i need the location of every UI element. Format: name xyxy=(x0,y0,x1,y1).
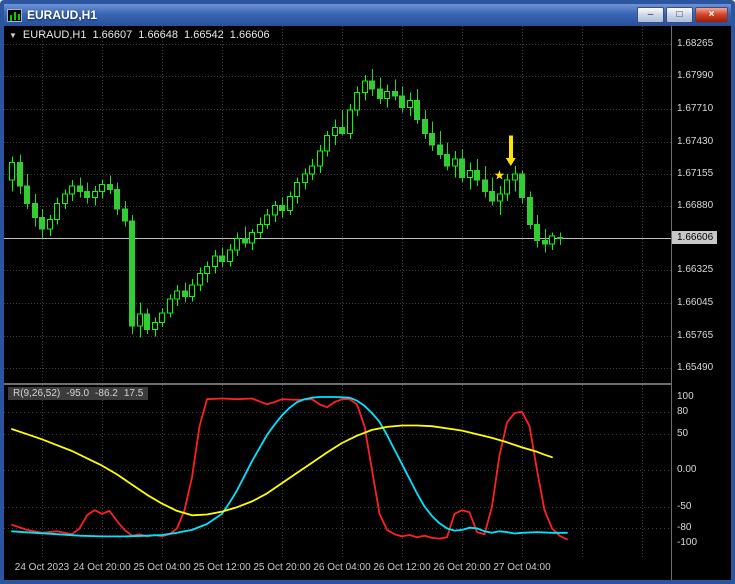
price-axis-label: 1.65765 xyxy=(677,329,714,341)
price-axis-label: 1.66325 xyxy=(677,264,714,276)
oscillator-axis-label: -50 xyxy=(677,500,692,512)
indicator-value-1: -95.0 xyxy=(66,388,90,399)
oscillator-axis-label: 100 xyxy=(677,391,694,402)
price-axis-label: 1.68265 xyxy=(677,38,714,50)
indicator-line-red xyxy=(11,397,568,541)
grid-layer xyxy=(4,385,671,557)
price-axis[interactable]: 1.66606 1.68265 1.67990 1.67710 1.67430 1.67… xyxy=(671,26,731,580)
chart-window-icon xyxy=(7,8,22,22)
grid-layer xyxy=(4,26,671,383)
minimize-button[interactable]: – xyxy=(637,7,664,23)
time-axis-label: 27 Oct 04:00 xyxy=(493,562,551,573)
candlestick-chart: ★ xyxy=(4,26,671,383)
price-axis-label: 1.66045 xyxy=(677,297,714,309)
chart-area: ★ ▼ EURAUD,H1 1.66607 1.66648 1.66542 1.… xyxy=(4,26,731,580)
window-title: EURAUD,H1 xyxy=(27,8,98,22)
yellow-down-arrow[interactable] xyxy=(505,135,516,166)
high-value: 1.66648 xyxy=(138,29,179,41)
time-axis-label: 25 Oct 12:00 xyxy=(193,562,251,573)
indicator-label: R(9,26,52) -95.0 -86.2 17.5 xyxy=(8,387,149,400)
indicator-line-cyan xyxy=(11,396,568,538)
time-axis-label: 25 Oct 04:00 xyxy=(133,562,191,573)
oscillator-axis-label: 80 xyxy=(677,405,689,417)
time-axis-label: 25 Oct 20:00 xyxy=(253,562,311,573)
close-button[interactable]: × xyxy=(695,7,728,23)
price-axis-label: 1.67990 xyxy=(677,70,714,82)
close-value: 1.66606 xyxy=(229,29,270,41)
price-axis-label: 1.67710 xyxy=(677,102,714,114)
chevron-down-icon[interactable]: ▼ xyxy=(9,31,17,40)
window-controls: – □ × xyxy=(637,7,728,23)
time-axis-label: 24 Oct 20:00 xyxy=(73,562,131,573)
main-price-pane[interactable]: ★ ▼ EURAUD,H1 1.66607 1.66648 1.66542 1.… xyxy=(4,26,671,383)
time-axis[interactable]: 24 Oct 2023 24 Oct 20:00 25 Oct 04:00 25 Oc… xyxy=(4,557,671,580)
time-axis-label: 26 Oct 04:00 xyxy=(313,562,371,573)
oscillator-axis-label: -80 xyxy=(677,522,692,534)
price-axis-label: 1.65490 xyxy=(677,361,714,373)
time-axis-label: 26 Oct 20:00 xyxy=(433,562,491,573)
indicator-name: R(9,26,52) xyxy=(13,388,61,399)
yellow-star[interactable]: ★ xyxy=(494,168,506,183)
oscillator-axis-label: 0.00 xyxy=(677,464,697,475)
indicator-value-3: 17.5 xyxy=(123,388,144,399)
maximize-button[interactable]: □ xyxy=(666,7,693,23)
time-axis-label: 24 Oct 2023 xyxy=(14,562,70,573)
open-value: 1.66607 xyxy=(92,29,133,41)
price-axis-label: 1.67155 xyxy=(677,167,714,179)
current-price-label: 1.66606 xyxy=(672,230,718,244)
oscillator-axis-label: 50 xyxy=(677,427,689,439)
low-value: 1.66542 xyxy=(184,29,224,41)
oscillator-axis-label: -100 xyxy=(677,537,698,548)
price-axis-label: 1.67430 xyxy=(677,135,714,147)
oscillator-chart xyxy=(4,385,671,557)
titlebar[interactable]: EURAUD,H1 – □ × xyxy=(4,4,731,26)
terminal-chart-window: EURAUD,H1 – □ × ★ ▼ EURAUD,H1 1.66607 1.… xyxy=(0,0,735,584)
time-axis-label: 26 Oct 12:00 xyxy=(373,562,431,573)
price-axis-label: 1.66880 xyxy=(677,199,714,211)
symbol-period-label: EURAUD,H1 xyxy=(22,29,87,41)
indicator-pane[interactable]: R(9,26,52) -95.0 -86.2 17.5 xyxy=(4,385,671,557)
indicator-value-2: -86.2 xyxy=(95,388,118,399)
symbol-ohlc-label: ▼ EURAUD,H1 1.66607 1.66648 1.66542 1.66… xyxy=(9,29,270,41)
